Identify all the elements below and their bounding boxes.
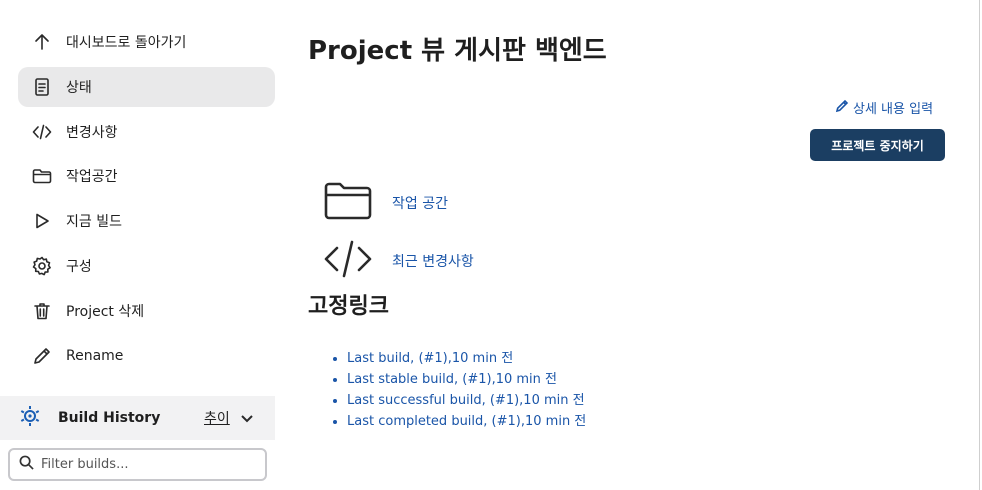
recent-changes-link[interactable]: 최근 변경사항 — [324, 239, 474, 283]
sidebar-item-status[interactable]: 상태 — [18, 66, 275, 107]
sidebar-item-label: Project 삭제 — [66, 303, 145, 320]
list-item: Last stable build, (#1),10 min 전 — [347, 369, 586, 390]
chevron-down-icon[interactable] — [240, 410, 254, 424]
build-history-header: Build History 추이 — [0, 396, 275, 440]
build-history-icon — [18, 404, 42, 432]
recent-changes-link-label: 최근 변경사항 — [392, 254, 474, 270]
sidebar-item-label: 구성 — [66, 258, 92, 275]
sidebar-item-label: Rename — [66, 347, 124, 364]
filter-builds-field — [8, 448, 267, 481]
sidebar-item-build-now[interactable]: 지금 빌드 — [18, 201, 275, 241]
list-item: Last completed build, (#1),10 min 전 — [347, 411, 586, 432]
sidebar-item-back-to-dashboard[interactable]: 대시보드로 돌아가기 — [18, 22, 275, 62]
workspace-link[interactable]: 작업 공간 — [324, 181, 448, 225]
list-item: Last build, (#1),10 min 전 — [347, 348, 586, 369]
permalink-last-completed-build[interactable]: Last completed build, (#1),10 min 전 — [347, 414, 586, 429]
sidebar-item-label: 대시보드로 돌아가기 — [66, 35, 187, 51]
sidebar-item-workspace[interactable]: 작업공간 — [18, 156, 275, 196]
folder-icon — [32, 166, 52, 186]
workspace-link-label: 작업 공간 — [392, 196, 448, 212]
permalink-last-stable-build[interactable]: Last stable build, (#1),10 min 전 — [347, 372, 557, 387]
sidebar-item-label: 지금 빌드 — [66, 214, 122, 231]
permalink-last-build[interactable]: Last build, (#1),10 min 전 — [347, 351, 513, 366]
sidebar-item-changes[interactable]: 변경사항 — [18, 112, 275, 152]
permalinks-title: 고정링크 — [308, 294, 389, 319]
pencil-icon — [835, 99, 853, 117]
sidebar-item-rename[interactable]: Rename — [18, 336, 275, 376]
sidebar: 대시보드로 돌아가기 상태 변경사항 작업공간 지금 빌드 구성 Project… — [0, 0, 290, 490]
trash-icon — [32, 301, 52, 321]
folder-icon — [324, 181, 372, 225]
pencil-icon — [32, 346, 52, 366]
trend-link[interactable]: 추이 — [204, 408, 230, 428]
sidebar-item-label: 상태 — [66, 79, 92, 96]
build-history-title: Build History — [58, 410, 161, 426]
search-icon — [19, 455, 34, 474]
play-icon — [32, 211, 52, 231]
list-item: Last successful build, (#1),10 min 전 — [347, 390, 586, 411]
code-icon — [32, 122, 52, 142]
sidebar-item-label: 작업공간 — [66, 169, 118, 186]
page-edge-divider — [979, 0, 980, 490]
document-icon — [32, 77, 52, 97]
permalink-last-successful-build[interactable]: Last successful build, (#1),10 min 전 — [347, 393, 585, 408]
gear-icon — [32, 256, 52, 276]
sidebar-item-delete-project[interactable]: Project 삭제 — [18, 291, 275, 331]
filter-builds-input[interactable] — [41, 457, 251, 472]
permalinks-list: Last build, (#1),10 min 전 Last stable bu… — [330, 348, 586, 432]
main-content: Project 뷰 게시판 백엔드 상세 내용 입력 프로젝트 중지하기 작업 … — [308, 0, 968, 490]
stop-project-button[interactable]: 프로젝트 중지하기 — [810, 129, 945, 161]
sidebar-item-configure[interactable]: 구성 — [18, 246, 275, 286]
arrow-up-icon — [32, 32, 52, 52]
edit-description-link[interactable]: 상세 내용 입력 — [835, 98, 933, 117]
edit-description-label: 상세 내용 입력 — [853, 102, 934, 117]
sidebar-item-label: 변경사항 — [66, 124, 118, 141]
page-title: Project 뷰 게시판 백엔드 — [308, 36, 607, 66]
sidebar-nav: 대시보드로 돌아가기 상태 변경사항 작업공간 지금 빌드 구성 Project… — [18, 22, 275, 380]
code-icon — [324, 239, 372, 283]
